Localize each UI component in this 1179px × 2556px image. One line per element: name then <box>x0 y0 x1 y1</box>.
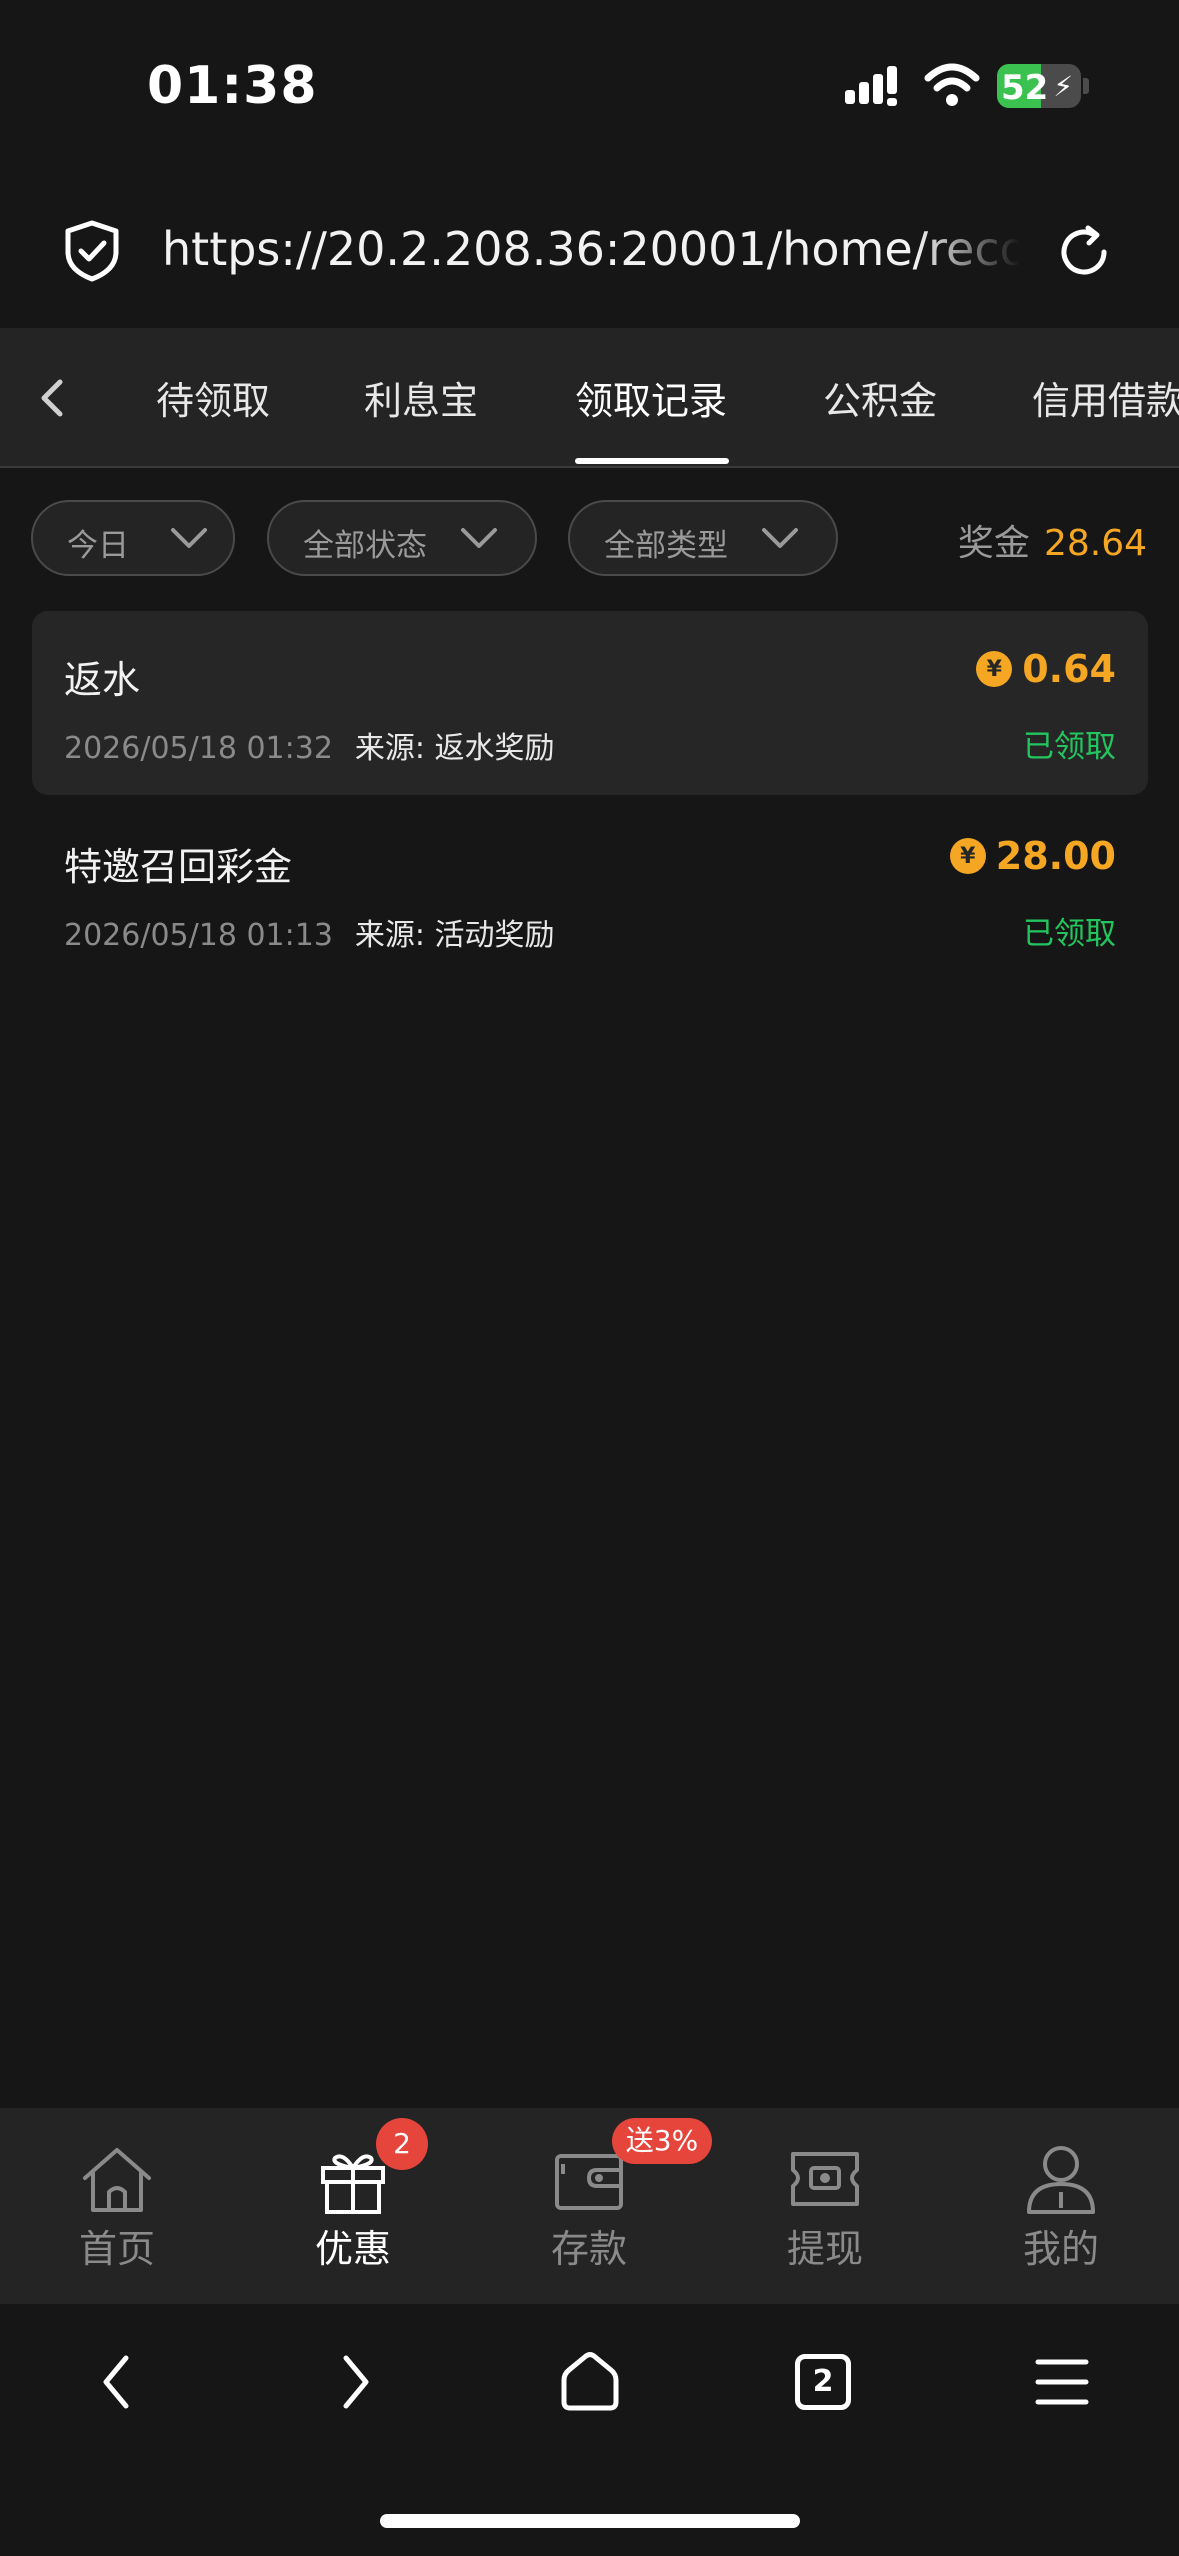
bottom-navigation: 首页 优惠 存款 提现 我的 2 送3% <box>0 2108 1179 2304</box>
home-icon <box>83 2148 151 2212</box>
record-amount-value: 0.64 <box>1022 647 1116 691</box>
chevron-down-icon <box>762 528 798 548</box>
battery-percent: 52 <box>1001 68 1049 108</box>
record-source: 来源: 返水奖励 <box>354 731 555 766</box>
date-filter-dropdown[interactable]: 今日 <box>31 500 235 576</box>
coin-icon: ¥ <box>976 651 1013 687</box>
browser-back-icon[interactable] <box>86 2346 150 2418</box>
record-date: 2026/05/18 01:32 <box>64 731 333 766</box>
status-filter-dropdown[interactable]: 全部状态 <box>267 500 537 576</box>
url-text[interactable]: https://20.2.208.36:20001/home/records? <box>162 222 1020 276</box>
nav-withdraw[interactable]: 提现 <box>755 2144 895 2273</box>
charging-bolt-icon: ⚡ <box>1053 70 1073 103</box>
record-status: 已领取 <box>1023 916 1116 952</box>
battery-cap <box>1083 78 1089 94</box>
record-amount-value: 28.00 <box>995 834 1116 878</box>
coin-icon: ¥ <box>949 838 986 874</box>
bonus-total: 奖金 28.64 <box>958 514 1147 566</box>
bonus-label: 奖金 <box>957 523 1030 564</box>
browser-forward-icon[interactable] <box>322 2346 386 2418</box>
nav-deposit-label: 存款 <box>550 2227 627 2271</box>
promotions-badge: 2 <box>376 2118 428 2170</box>
nav-withdraw-label: 提现 <box>786 2227 863 2271</box>
cellular-signal-icon <box>845 66 897 106</box>
record-meta: 2026/05/18 01:13 来源: 活动奖励 <box>64 910 555 954</box>
active-tab-indicator <box>575 458 729 464</box>
record-status: 已领取 <box>1023 729 1116 765</box>
record-item[interactable]: 特邀召回彩金 ¥ 28.00 2026/05/18 01:13 来源: 活动奖励 … <box>32 798 1148 982</box>
tab-credit-loan[interactable]: 信用借款 <box>1032 370 1179 425</box>
user-icon <box>1027 2146 1095 2214</box>
tab-claim-records[interactable]: 领取记录 <box>575 370 727 425</box>
type-filter-dropdown[interactable]: 全部类型 <box>568 500 838 576</box>
chevron-left-icon[interactable] <box>28 368 76 428</box>
wifi-icon <box>924 63 980 106</box>
record-amount: ¥ 0.64 <box>976 647 1116 691</box>
nav-home[interactable]: 首页 <box>47 2144 187 2273</box>
tab-provident-fund[interactable]: 公积金 <box>823 370 937 425</box>
deposit-bonus-badge: 送3% <box>612 2118 712 2164</box>
record-title: 特邀召回彩金 <box>64 845 293 889</box>
tab-pending[interactable]: 待领取 <box>156 370 270 425</box>
cash-ticket-icon <box>791 2152 859 2206</box>
nav-profile[interactable]: 我的 <box>991 2144 1131 2273</box>
home-indicator[interactable] <box>380 2514 800 2528</box>
record-amount: ¥ 28.00 <box>949 834 1116 878</box>
nav-home-label: 首页 <box>78 2227 155 2271</box>
reload-icon[interactable] <box>1054 222 1114 282</box>
category-tab-bar: 待领取 利息宝 领取记录 公积金 信用借款 <box>0 328 1179 468</box>
tab-interest[interactable]: 利息宝 <box>364 370 478 425</box>
browser-home-icon[interactable] <box>558 2346 622 2418</box>
record-meta: 2026/05/18 01:32 来源: 返水奖励 <box>64 723 555 767</box>
record-item[interactable]: 返水 ¥ 0.64 2026/05/18 01:32 来源: 返水奖励 已领取 <box>32 611 1148 795</box>
shield-check-icon[interactable] <box>64 220 120 282</box>
nav-profile-label: 我的 <box>1022 2227 1099 2271</box>
type-filter-label: 全部类型 <box>604 528 728 564</box>
chevron-down-icon <box>461 528 497 548</box>
status-bar: 01:38 52 ⚡ <box>0 0 1179 170</box>
record-title: 返水 <box>64 658 141 702</box>
browser-menu-icon[interactable] <box>1030 2346 1094 2418</box>
record-date: 2026/05/18 01:13 <box>64 918 333 953</box>
record-source: 来源: 活动奖励 <box>354 918 555 953</box>
browser-tabs-button[interactable]: 2 <box>795 2354 851 2410</box>
battery-indicator: 52 ⚡ <box>997 64 1081 108</box>
chevron-down-icon <box>171 528 207 548</box>
date-filter-label: 今日 <box>67 528 129 564</box>
address-bar: https://20.2.208.36:20001/home/records? <box>0 170 1179 328</box>
status-time: 01:38 <box>147 56 318 116</box>
status-filter-label: 全部状态 <box>303 528 427 564</box>
bonus-value: 28.64 <box>1043 523 1147 564</box>
nav-promotions-label: 优惠 <box>314 2227 391 2271</box>
